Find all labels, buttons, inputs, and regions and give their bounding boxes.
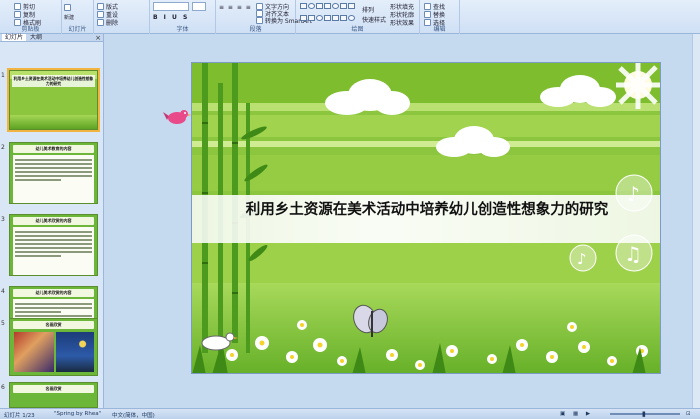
new-slide-button[interactable] <box>64 4 71 11</box>
slide-thumbnail-6[interactable]: 名画欣赏 <box>9 382 98 408</box>
slide-canvas[interactable]: ♪ ♫ ♪ 利用乡土资源在美术活动中培养幼儿创造性想象力的研究 <box>191 62 661 374</box>
shape-rect[interactable] <box>340 3 347 9</box>
painting-picasso-image <box>14 332 54 372</box>
slide-number: 6 <box>1 384 5 391</box>
theme-name: "Spring by Rhea" <box>54 411 102 417</box>
clipboard-group: 剪切 复制 格式刷 剪贴板 <box>0 0 62 34</box>
reset-icon <box>97 11 104 18</box>
shape-rect[interactable] <box>332 14 339 21</box>
slide-thumbnail-1[interactable]: 利用乡土资源在美术活动中培养幼儿创造性想象力的研究 <box>7 68 100 132</box>
daisy-flowers-icon <box>192 320 648 373</box>
close-icon[interactable]: × <box>95 34 101 42</box>
group-label-paragraph: 段落 <box>249 26 262 33</box>
group-label-editing: 编辑 <box>433 26 446 33</box>
replace-icon <box>424 11 431 18</box>
slide-title[interactable]: 利用乡土资源在美术活动中培养幼儿创造性想象力的研究 <box>232 201 622 219</box>
tab-slides[interactable]: 幻灯片 <box>2 34 27 41</box>
zoom-thumb[interactable]: ▮ <box>642 410 646 418</box>
thumb-title: 名画欣赏 <box>13 321 94 329</box>
find-icon <box>424 3 431 10</box>
slide-thumbnail-3[interactable]: 幼儿美术欣赏的内容 <box>9 214 98 276</box>
slide-thumbnail-2[interactable]: 幼儿美术教育的内容 <box>9 142 98 204</box>
slide-number: 3 <box>1 216 5 223</box>
svg-text:♫: ♫ <box>624 242 642 266</box>
group-label-clipboard: 剪贴板 <box>21 26 40 33</box>
font-style-buttons[interactable]: B I U S <box>153 14 189 21</box>
slide-number: 5 <box>1 320 5 327</box>
vertical-scrollbar[interactable] <box>692 34 700 408</box>
slides-panel: 幻灯片 大纲 × 1 利用乡土资源在美术活动中培养幼儿创造性想象力的研究 2 幼… <box>0 34 104 408</box>
thumb-body <box>13 155 94 203</box>
group-label-slides: 幻灯片 <box>68 26 87 33</box>
sun-icon <box>616 63 660 109</box>
shape-rect[interactable] <box>308 14 315 21</box>
arrange-button[interactable]: 排列 <box>362 5 374 14</box>
shape-rect[interactable] <box>324 14 331 21</box>
font-group: B I U S 字体 <box>150 0 216 34</box>
shape-rect[interactable] <box>316 3 323 9</box>
thumb-title: 幼儿美术教育的内容 <box>13 145 94 153</box>
shape-oval[interactable] <box>332 3 339 9</box>
music-bubble-icon: ♪ <box>569 244 597 272</box>
group-label-drawing: 绘图 <box>351 26 364 33</box>
fit-window-icon[interactable]: ⊡ <box>686 411 691 417</box>
shape-rect[interactable] <box>300 3 307 9</box>
group-label-font: 字体 <box>176 26 189 33</box>
thumb-title: 名画欣赏 <box>13 385 94 393</box>
thumb-title: 幼儿美术欣赏的内容 <box>13 217 94 225</box>
status-bar: 幻灯片 1/23 "Spring by Rhea" 中文(简体，中国) ▣ ▦ … <box>0 408 700 419</box>
slide-number: 4 <box>1 288 5 295</box>
thumb-title: 幼儿美术欣赏的内容 <box>13 289 94 297</box>
shape-rect[interactable] <box>348 3 355 9</box>
shape-rect[interactable] <box>300 14 307 21</box>
quick-styles-button[interactable]: 快速样式 <box>362 15 386 24</box>
delete-icon <box>97 19 104 26</box>
shape-oval[interactable] <box>308 3 315 9</box>
painting-starry-night-image <box>56 332 94 372</box>
shape-rect[interactable] <box>340 14 347 21</box>
editing-group: 查找 替换 选择 编辑 <box>420 0 460 34</box>
font-name-select[interactable] <box>153 2 189 11</box>
cloud-icon <box>325 79 410 115</box>
paragraph-group: 文字方向 对齐文本 转换为 SmartArt ≡ ≡ ≡ ≡ 段落 <box>216 0 312 34</box>
slide-editing-area: ♪ ♫ ♪ 利用乡土资源在美术活动中培养幼儿创造性想象力的研究 <box>105 34 700 408</box>
ribbon: 剪切 复制 格式刷 剪贴板 新建 幻灯片 版式 重设 删除 B I U S 字体… <box>0 0 700 34</box>
delete-button[interactable]: 删除 <box>97 18 118 27</box>
bird-icon <box>163 110 191 124</box>
panel-tabs: 幻灯片 大纲 × <box>0 34 103 42</box>
bird-icon <box>201 332 238 351</box>
smartart-icon <box>256 17 263 24</box>
thumb-grass <box>10 115 97 129</box>
new-slide-label: 新建 <box>64 15 75 21</box>
thumb-body <box>13 227 94 275</box>
shapes-gallery[interactable] <box>300 3 358 25</box>
cloud-icon <box>436 126 510 157</box>
thumb-title: 利用乡土资源在美术活动中培养幼儿创造性想象力的研究 <box>12 75 95 87</box>
tab-outline[interactable]: 大纲 <box>27 34 45 41</box>
svg-text:♪: ♪ <box>577 250 587 268</box>
slides-group: 新建 幻灯片 <box>62 0 94 34</box>
scissors-icon <box>14 3 21 10</box>
drawing-group: 排列 快速样式 形状填充 形状轮廓 形状效果 绘图 <box>296 0 420 34</box>
slide-counter: 幻灯片 1/23 <box>4 413 35 419</box>
slide-number: 2 <box>1 144 5 151</box>
butterfly-icon <box>353 304 388 337</box>
shape-rect[interactable] <box>324 3 331 9</box>
paragraph-align-buttons[interactable]: ≡ ≡ ≡ ≡ <box>219 4 252 11</box>
slide-thumbnail-5[interactable]: 名画欣赏 <box>9 318 98 376</box>
language-indicator[interactable]: 中文(简体，中国) <box>112 411 155 419</box>
slide-number: 1 <box>1 72 5 79</box>
layout-icon <box>97 3 104 10</box>
view-buttons[interactable]: ▣ ▦ ▶ <box>560 411 593 417</box>
copy-icon <box>14 11 21 18</box>
new-slide-icon <box>64 4 71 11</box>
slides-layout-group: 版式 重设 删除 <box>94 0 150 34</box>
shape-oval[interactable] <box>316 14 323 21</box>
font-size-select[interactable] <box>192 2 206 11</box>
shape-oval[interactable] <box>348 14 355 21</box>
